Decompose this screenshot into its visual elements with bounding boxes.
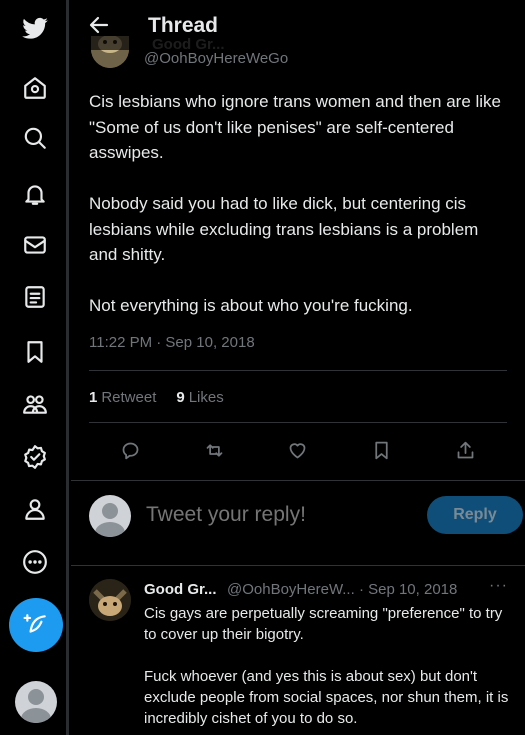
reply-button[interactable]: Reply (427, 496, 523, 534)
reply-meta: @OohBoyHereW... · Sep 10, 2018 (227, 581, 458, 598)
back-arrow-icon[interactable] (87, 13, 111, 37)
home-icon[interactable] (18, 71, 52, 105)
thread-column: Good Gr... Thread @OohBoyHereWeGo Cis le… (71, 0, 525, 735)
messages-envelope-icon[interactable] (18, 228, 52, 262)
search-icon[interactable] (18, 121, 52, 155)
lists-icon[interactable] (18, 280, 52, 314)
likes-label: Likes (188, 389, 224, 406)
side-nav (0, 0, 70, 735)
bookmarks-icon[interactable] (18, 335, 52, 369)
retweet-icon[interactable] (202, 438, 226, 462)
account-avatar[interactable] (15, 681, 57, 723)
reply-tweet[interactable]: Good Gr... @OohBoyHereW... · Sep 10, 201… (71, 567, 525, 735)
profile-icon[interactable] (18, 492, 52, 526)
feather-plus-icon (23, 614, 46, 633)
reply-input[interactable] (146, 503, 406, 527)
tweet-stats: 1 Retweet 9 Likes (89, 389, 224, 406)
divider (89, 370, 507, 371)
tweet-timestamp[interactable]: 11:22 PM · Sep 10, 2018 (89, 334, 255, 351)
reply-author-name[interactable]: Good Gr... (144, 581, 217, 598)
more-options-icon[interactable] (18, 545, 52, 579)
nav-divider (66, 0, 69, 735)
reply-composer: Reply (71, 480, 525, 566)
page-title: Thread (148, 14, 219, 37)
reply-text: Cis gays are perpetually screaming "pref… (144, 605, 509, 727)
user-avatar (89, 495, 131, 537)
retweets-label: Retweet (101, 389, 157, 406)
tweet-actions (89, 438, 507, 462)
likes-stat[interactable]: 9 Likes (176, 389, 223, 406)
communities-icon[interactable] (18, 387, 52, 421)
verified-badge-icon[interactable] (18, 440, 52, 474)
divider (89, 422, 507, 423)
share-icon[interactable] (453, 438, 477, 462)
thread-header: Thread (71, 0, 525, 50)
like-heart-icon[interactable] (286, 438, 310, 462)
bookmark-icon[interactable] (370, 438, 394, 462)
notifications-bell-icon[interactable] (18, 177, 52, 211)
reply-author-avatar[interactable] (89, 579, 131, 621)
compose-tweet-button[interactable] (9, 598, 63, 652)
retweets-count: 1 (89, 389, 98, 406)
likes-count: 9 (176, 389, 185, 406)
twitter-logo-icon[interactable] (18, 12, 52, 46)
reply-icon[interactable] (119, 438, 143, 462)
reply-more-icon[interactable]: ··· (489, 577, 508, 595)
retweets-stat[interactable]: 1 Retweet (89, 389, 156, 406)
tweet-text: Cis lesbians who ignore trans women and … (89, 92, 502, 315)
